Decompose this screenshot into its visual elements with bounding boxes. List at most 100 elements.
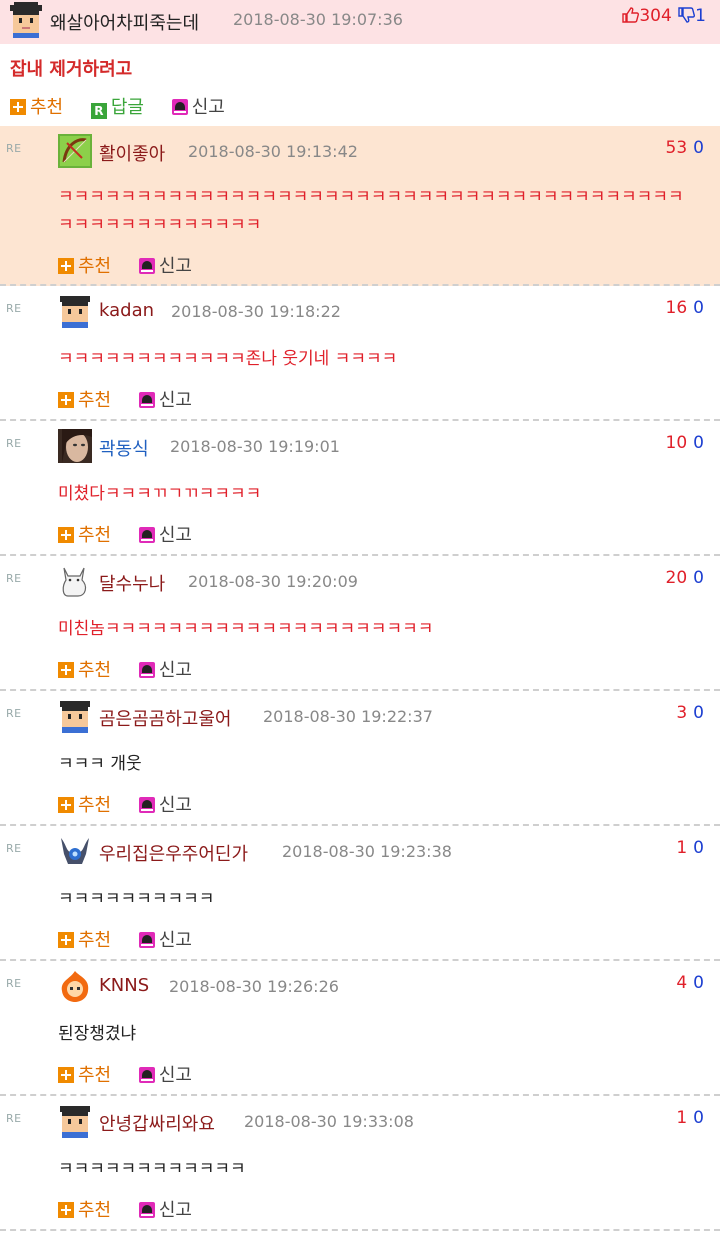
report-button[interactable]: 신고 xyxy=(138,1196,192,1222)
comment-item: RE 안녕갑싸리와요 2018-08-30 19:33:08 10 ㅋㅋㅋㅋㅋㅋ… xyxy=(0,1096,720,1231)
comment-downvote-count[interactable]: 0 xyxy=(693,1108,704,1128)
recommend-label: 추천 xyxy=(78,1200,112,1221)
comment-votes: 10 xyxy=(676,838,704,858)
report-label: 신고 xyxy=(158,1065,192,1086)
comment-downvote-count[interactable]: 0 xyxy=(693,298,704,318)
recommend-label: 추천 xyxy=(78,930,112,951)
comment-upvote-count[interactable]: 1 xyxy=(676,838,687,858)
comment-downvote-count[interactable]: 0 xyxy=(693,138,704,158)
recommend-label: 추천 xyxy=(78,256,112,277)
downvote-button[interactable]: 1 xyxy=(677,6,706,26)
report-button[interactable]: 신고 xyxy=(138,656,192,682)
comment-upvote-count[interactable]: 4 xyxy=(676,973,687,993)
recommend-button[interactable]: 추천 xyxy=(58,656,111,682)
comment-actions: 추천 신고 xyxy=(58,1061,214,1087)
comment-text: 된장챙겼냐 xyxy=(58,1024,137,1044)
recommend-label: 추천 xyxy=(78,390,112,411)
comment-downvote-count[interactable]: 0 xyxy=(693,838,704,858)
recommend-button[interactable]: 추천 xyxy=(58,791,111,817)
default-avatar-icon[interactable] xyxy=(8,2,44,38)
comment-item: RE 우리집은우주어딘가 2018-08-30 19:23:38 10 ㅋㅋㅋㅋ… xyxy=(0,826,720,961)
comment-downvote-count[interactable]: 0 xyxy=(693,433,704,453)
comment-actions: 추천 신고 xyxy=(58,656,214,682)
siren-icon xyxy=(171,99,188,115)
reply-arrow-icon: RE xyxy=(6,707,22,720)
report-button[interactable]: 신고 xyxy=(138,386,192,412)
plus-icon xyxy=(58,797,74,813)
cat-avatar-icon[interactable] xyxy=(58,564,92,598)
photo-avatar-icon[interactable] xyxy=(58,429,92,463)
recommend-button[interactable]: 추천 xyxy=(58,386,111,412)
comment-text: 미친놈ㅋㅋㅋㅋㅋㅋㅋㅋㅋㅋㅋㅋㅋㅋㅋㅋㅋㅋㅋㅋㅋ xyxy=(58,619,434,639)
comment-author[interactable]: 달수누나 xyxy=(99,570,165,596)
comment-downvote-count[interactable]: 0 xyxy=(693,568,704,588)
comment-upvote-count[interactable]: 3 xyxy=(676,703,687,723)
report-button[interactable]: 신고 xyxy=(138,791,192,817)
siren-icon xyxy=(138,392,155,408)
comment-actions: 추천 신고 xyxy=(58,252,214,278)
recommend-button[interactable]: 추천 xyxy=(58,252,111,278)
fire-avatar-icon[interactable] xyxy=(58,969,92,1003)
recommend-button[interactable]: 추천 xyxy=(10,93,63,119)
comment-item: RE 곽동식 2018-08-30 19:19:01 10 0 미쳤다ㅋㅋㅋㄲㄱㄲ… xyxy=(0,421,720,556)
comment-actions: 추천 신고 xyxy=(58,791,214,817)
recommend-button[interactable]: 추천 xyxy=(58,1196,111,1222)
comment-upvote-count[interactable]: 16 xyxy=(666,298,688,318)
comment-upvote-count[interactable]: 1 xyxy=(676,1108,687,1128)
comment-votes: 10 0 xyxy=(666,433,704,453)
comment-votes: 53 0 xyxy=(666,138,704,158)
armor-avatar-icon[interactable] xyxy=(58,834,92,868)
recommend-button[interactable]: 추천 xyxy=(58,521,111,547)
report-button[interactable]: 신고 xyxy=(138,926,192,952)
plus-icon xyxy=(58,527,74,543)
comment-author[interactable]: 안녕갑싸리와요 xyxy=(99,1110,215,1136)
post-title: 잡내 제거하려고 xyxy=(10,59,133,80)
recommend-button[interactable]: 추천 xyxy=(58,926,111,952)
comment-author[interactable]: 곰은곰곰하고울어 xyxy=(99,705,231,731)
report-label: 신고 xyxy=(158,256,192,277)
default-avatar-icon[interactable] xyxy=(58,699,92,733)
comment-upvote-count[interactable]: 20 xyxy=(666,568,688,588)
plus-icon xyxy=(58,932,74,948)
default-avatar-icon[interactable] xyxy=(58,1104,92,1138)
upvote-button[interactable]: 304 xyxy=(621,6,677,26)
comment-author[interactable]: KNNS xyxy=(99,975,149,996)
bow-avatar-icon[interactable] xyxy=(58,134,92,168)
report-button[interactable]: 신고 xyxy=(171,93,225,119)
post-votes: 304 1 xyxy=(621,6,706,26)
comment-text: ㅋㅋㅋㅋㅋㅋㅋㅋㅋㅋ xyxy=(58,889,215,909)
default-avatar-icon[interactable] xyxy=(58,294,92,328)
report-label: 신고 xyxy=(158,525,192,546)
reply-arrow-icon: RE xyxy=(6,572,22,585)
comment-upvote-count[interactable]: 53 xyxy=(666,138,688,158)
reply-button[interactable]: R 답글 xyxy=(90,93,144,119)
recommend-button[interactable]: 추천 xyxy=(58,1061,111,1087)
comment-downvote-count[interactable]: 0 xyxy=(693,973,704,993)
report-button[interactable]: 신고 xyxy=(138,1061,192,1087)
plus-icon xyxy=(58,392,74,408)
comment-text: ㅋㅋㅋㅋㅋㅋㅋㅋㅋㅋㅋㅋ xyxy=(58,1159,246,1179)
comment-votes: 30 xyxy=(676,703,704,723)
comment-upvote-count[interactable]: 10 xyxy=(666,433,688,453)
comment-text: ㅋㅋㅋㅋㅋㅋㅋㅋㅋㅋㅋㅋㅋㅋㅋㅋㅋㅋㅋㅋㅋㅋㅋㅋㅋㅋㅋㅋㅋㅋㅋㅋㅋㅋㅋㅋㅋㅋㅋㅋ… xyxy=(58,187,684,235)
siren-icon xyxy=(138,1067,155,1083)
report-label: 신고 xyxy=(158,1200,192,1221)
plus-icon xyxy=(58,662,74,678)
comment-timestamp: 2018-08-30 19:23:38 xyxy=(282,842,452,861)
comment-author[interactable]: 곽동식 xyxy=(99,435,149,461)
recommend-label: 추천 xyxy=(78,795,112,816)
siren-icon xyxy=(138,797,155,813)
comment-author[interactable]: kadan xyxy=(99,300,154,321)
comment-item: RE 활이좋아 2018-08-30 19:13:42 53 0 ㅋㅋㅋㅋㅋㅋㅋㅋ… xyxy=(0,126,720,286)
report-label: 신고 xyxy=(158,795,192,816)
comment-actions: 추천 신고 xyxy=(58,521,214,547)
comment-author[interactable]: 우리집은우주어딘가 xyxy=(99,840,248,866)
post-author[interactable]: 왜살아어차피죽는데 xyxy=(50,9,199,35)
comment-item: RE kadan 2018-08-30 19:18:22 16 0 ㅋㅋㅋㅋㅋㅋㅋ… xyxy=(0,286,720,421)
report-button[interactable]: 신고 xyxy=(138,252,192,278)
comment-author[interactable]: 활이좋아 xyxy=(99,140,165,166)
downvote-count: 1 xyxy=(695,6,706,26)
upvote-count: 304 xyxy=(639,6,672,26)
report-button[interactable]: 신고 xyxy=(138,521,192,547)
comment-downvote-count[interactable]: 0 xyxy=(693,703,704,723)
